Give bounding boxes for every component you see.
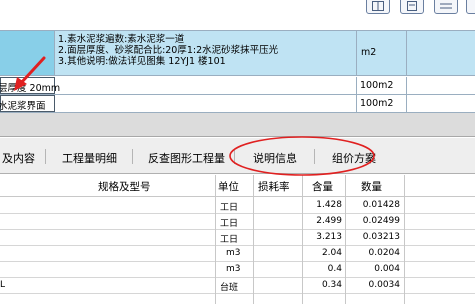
red-circle-annotation (229, 136, 375, 176)
red-arrow-annotation (14, 56, 46, 91)
annotation-overlay (14, 56, 375, 176)
